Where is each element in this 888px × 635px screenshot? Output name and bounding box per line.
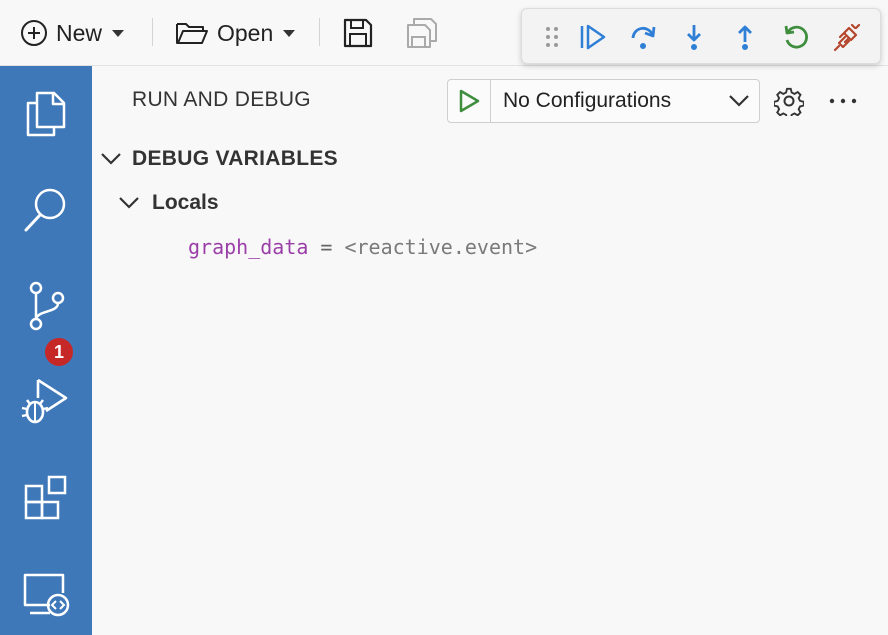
drag-handle-icon — [546, 27, 558, 47]
variable-row[interactable]: graph_data = <reactive.event> — [188, 232, 537, 262]
gear-icon — [774, 87, 804, 116]
chevron-down-icon — [119, 197, 139, 209]
open-button-label: Open — [217, 19, 274, 46]
debug-variables-section[interactable]: DEBUG VARIABLES — [100, 144, 338, 174]
activity-search[interactable] — [0, 162, 92, 258]
group-title: Locals — [152, 191, 219, 214]
step-over-button[interactable] — [625, 19, 661, 55]
save-icon — [343, 18, 373, 48]
ellipsis-icon — [829, 98, 857, 104]
start-debugging-button[interactable] — [448, 80, 491, 122]
open-launch-json-button[interactable] — [772, 84, 806, 118]
section-title: DEBUG VARIABLES — [132, 147, 338, 170]
chevron-down-icon — [729, 95, 749, 107]
play-icon — [459, 89, 480, 113]
activity-extensions[interactable] — [0, 450, 92, 546]
activity-source-control[interactable] — [0, 258, 92, 354]
step-over-icon — [631, 26, 656, 49]
chevron-down-icon — [112, 29, 125, 37]
activity-run-debug[interactable] — [0, 354, 92, 450]
save-all-button[interactable] — [405, 14, 439, 52]
variable-equals: = — [320, 235, 333, 259]
variable-value: <reactive.event> — [344, 235, 538, 259]
configuration-value: No Configurations — [503, 89, 672, 112]
configuration-select[interactable]: No Configurations — [447, 79, 760, 123]
source-control-icon — [29, 281, 65, 331]
run-debug-icon — [21, 378, 68, 424]
step-out-button[interactable] — [727, 19, 763, 55]
new-button[interactable]: New — [20, 14, 125, 52]
remote-explorer-icon — [23, 573, 70, 617]
step-out-icon — [738, 25, 752, 50]
plus-circle-icon — [21, 20, 47, 46]
extensions-icon — [24, 475, 67, 520]
step-into-button[interactable] — [676, 19, 712, 55]
disconnect-button[interactable] — [829, 19, 865, 55]
new-button-label: New — [56, 19, 103, 46]
save-all-icon — [407, 18, 437, 48]
restart-button[interactable] — [778, 19, 814, 55]
save-button[interactable] — [342, 14, 374, 52]
locals-group[interactable]: Locals — [118, 188, 219, 218]
chevron-down-icon — [283, 29, 296, 37]
debug-toolbar — [521, 8, 881, 64]
more-actions-button[interactable] — [826, 84, 860, 118]
step-into-icon — [687, 25, 701, 50]
disconnect-icon — [833, 23, 861, 52]
chevron-down-icon — [101, 153, 121, 165]
toolbar-divider — [319, 18, 320, 46]
search-icon — [24, 188, 66, 232]
toolbar-divider — [152, 18, 153, 46]
configuration-dropdown[interactable] — [719, 94, 759, 108]
variable-name: graph_data — [188, 235, 309, 259]
folder-open-icon — [176, 23, 208, 44]
activity-explorer[interactable] — [0, 66, 92, 162]
explorer-icon — [26, 91, 66, 137]
continue-button[interactable] — [574, 19, 610, 55]
activity-remote-explorer[interactable] — [0, 546, 92, 635]
open-button[interactable]: Open — [175, 14, 296, 52]
panel-title: RUN AND DEBUG — [132, 88, 311, 111]
restart-icon — [784, 25, 808, 49]
debug-badge: 1 — [43, 336, 75, 368]
continue-icon — [580, 24, 606, 50]
drag-handle[interactable] — [534, 19, 570, 55]
